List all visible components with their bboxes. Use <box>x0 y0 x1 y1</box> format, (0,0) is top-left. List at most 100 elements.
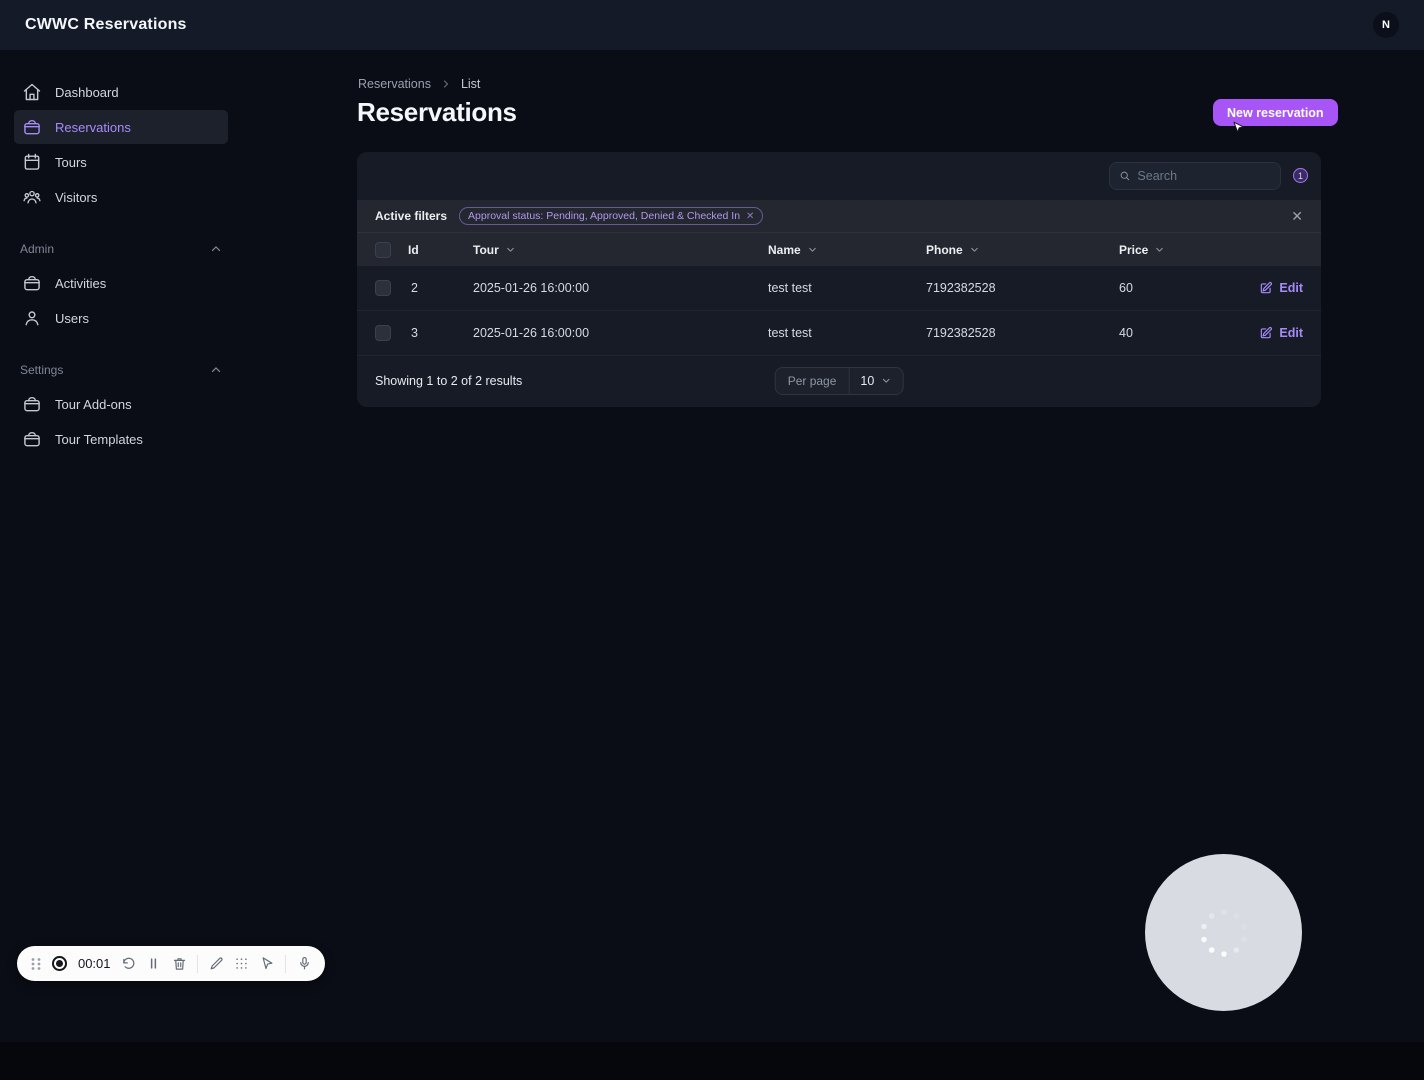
sidebar: Dashboard Reservations Tours Visitors Ad… <box>0 50 240 457</box>
sidebar-item-label: Activities <box>55 276 106 291</box>
sidebar-section-settings[interactable]: Settings <box>20 363 223 377</box>
cell-name: test test <box>768 326 926 340</box>
search-input[interactable] <box>1137 169 1271 183</box>
sidebar-item-users[interactable]: Users <box>14 301 228 335</box>
row-checkbox[interactable] <box>375 280 391 296</box>
record-button[interactable] <box>52 956 67 971</box>
sidebar-item-visitors[interactable]: Visitors <box>14 180 228 214</box>
chevron-up-icon <box>209 242 223 256</box>
sort-chevron-icon <box>505 244 516 255</box>
search-box <box>1109 162 1281 190</box>
archive-box-icon <box>22 429 42 449</box>
recording-timer: 00:01 <box>78 956 111 971</box>
filter-chip-label: Approval status: Pending, Approved, Deni… <box>468 210 740 222</box>
microphone-icon[interactable] <box>297 956 312 971</box>
app-title: CWWC Reservations <box>25 16 187 34</box>
pause-icon[interactable] <box>146 956 161 971</box>
sort-chevron-icon <box>1154 244 1165 255</box>
sidebar-item-label: Dashboard <box>55 85 119 100</box>
pencil-square-icon <box>1259 281 1273 295</box>
cell-tour: 2025-01-26 16:00:00 <box>473 326 768 340</box>
active-filters-bar: Active filters Approval status: Pending,… <box>357 200 1321 232</box>
chevron-up-icon <box>209 363 223 377</box>
table-toolbar: 1 <box>357 152 1321 200</box>
chevron-right-icon <box>440 78 452 90</box>
trash-icon[interactable] <box>172 956 187 971</box>
table-row: 3 2025-01-26 16:00:00 test test 71923825… <box>357 311 1321 356</box>
select-all-checkbox[interactable] <box>375 242 391 258</box>
archive-box-icon <box>22 273 42 293</box>
sidebar-item-label: Visitors <box>55 190 97 205</box>
filter-count-badge: 1 <box>1293 168 1308 183</box>
archive-box-icon <box>22 394 42 414</box>
restart-icon[interactable] <box>121 956 136 971</box>
column-header-price[interactable]: Price <box>1119 243 1179 257</box>
chip-remove-icon[interactable]: ✕ <box>746 211 754 222</box>
sidebar-section-admin[interactable]: Admin <box>20 242 223 256</box>
cell-id: 2 <box>399 281 473 295</box>
loading-spinner-icon <box>1192 901 1256 965</box>
sidebar-item-label: Tours <box>55 155 87 170</box>
results-summary: Showing 1 to 2 of 2 results <box>375 374 522 388</box>
divider <box>197 955 198 973</box>
cell-price: 40 <box>1119 326 1179 340</box>
table-row: 2 2025-01-26 16:00:00 test test 71923825… <box>357 266 1321 311</box>
cell-phone: 7192382528 <box>926 326 1119 340</box>
search-icon <box>1119 170 1130 183</box>
sidebar-item-tour-add-ons[interactable]: Tour Add-ons <box>14 387 228 421</box>
cell-tour: 2025-01-26 16:00:00 <box>473 281 768 295</box>
home-icon <box>22 82 42 102</box>
edit-button[interactable]: Edit <box>1259 281 1303 295</box>
clear-filters-close-icon[interactable]: ✕ <box>1291 209 1303 223</box>
filter-chip[interactable]: Approval status: Pending, Approved, Deni… <box>459 207 763 225</box>
pencil-icon[interactable] <box>209 956 224 971</box>
per-page-value: 10 <box>860 374 874 388</box>
top-bar: CWWC Reservations N <box>0 0 1424 50</box>
sidebar-item-dashboard[interactable]: Dashboard <box>14 75 228 109</box>
drag-handle-icon[interactable] <box>30 957 42 971</box>
breadcrumb: Reservations List <box>358 77 480 91</box>
section-label: Admin <box>20 242 54 256</box>
table-header-row: Id Tour Name Phone Price <box>357 232 1321 266</box>
column-header-id: Id <box>399 243 473 257</box>
blur-grid-icon[interactable] <box>234 956 249 971</box>
user-group-icon <box>22 187 42 207</box>
cell-price: 60 <box>1119 281 1179 295</box>
new-reservation-button[interactable]: New reservation <box>1213 99 1338 126</box>
cell-id: 3 <box>399 326 473 340</box>
cell-phone: 7192382528 <box>926 281 1119 295</box>
cell-name: test test <box>768 281 926 295</box>
column-header-phone[interactable]: Phone <box>926 243 1119 257</box>
sidebar-item-activities[interactable]: Activities <box>14 266 228 300</box>
calendar-icon <box>22 152 42 172</box>
active-filters-label: Active filters <box>375 209 447 223</box>
divider <box>285 955 286 973</box>
cursor-pointer-icon[interactable] <box>260 956 275 971</box>
sidebar-item-label: Reservations <box>55 120 131 135</box>
sidebar-item-label: Tour Add-ons <box>55 397 132 412</box>
column-header-tour[interactable]: Tour <box>473 243 768 257</box>
per-page-label: Per page <box>776 374 849 388</box>
column-header-name[interactable]: Name <box>768 243 926 257</box>
edit-button[interactable]: Edit <box>1259 326 1303 340</box>
sidebar-item-tour-templates[interactable]: Tour Templates <box>14 422 228 456</box>
sidebar-item-tours[interactable]: Tours <box>14 145 228 179</box>
row-checkbox[interactable] <box>375 325 391 341</box>
user-avatar[interactable]: N <box>1373 12 1399 38</box>
pencil-square-icon <box>1259 326 1273 340</box>
webcam-bubble[interactable] <box>1145 854 1302 1011</box>
sort-chevron-icon <box>807 244 818 255</box>
bottom-strip <box>0 1042 1424 1080</box>
section-label: Settings <box>20 363 63 377</box>
breadcrumb-parent[interactable]: Reservations <box>358 77 431 91</box>
sort-chevron-icon <box>969 244 980 255</box>
table-footer: Showing 1 to 2 of 2 results Per page 10 <box>357 356 1321 405</box>
reservations-table-card: 1 Active filters Approval status: Pendin… <box>357 152 1321 407</box>
page-title: Reservations <box>357 97 517 128</box>
archive-box-icon <box>22 117 42 137</box>
chevron-down-icon <box>880 375 891 386</box>
screen-recorder-toolbar: 00:01 <box>17 946 325 981</box>
sidebar-item-label: Users <box>55 311 89 326</box>
sidebar-item-reservations[interactable]: Reservations <box>14 110 228 144</box>
per-page-select[interactable]: Per page 10 <box>775 367 904 395</box>
